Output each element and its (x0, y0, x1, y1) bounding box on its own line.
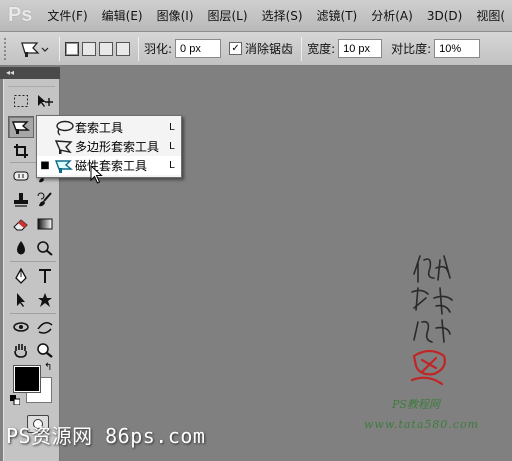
panel-collapse-button[interactable]: ◂◂ (0, 67, 60, 79)
type-icon (39, 269, 51, 283)
ps-tutorial-watermark: PS教程网 (392, 398, 440, 411)
clone-stamp-tool[interactable] (8, 189, 34, 211)
magnetic-lasso-icon (21, 41, 49, 57)
dodge-tool[interactable] (32, 237, 58, 259)
hand-tool[interactable] (8, 339, 34, 361)
photoshop-logo: Ps (7, 4, 33, 26)
separator (59, 36, 60, 61)
new-selection-button[interactable] (65, 41, 79, 56)
foreground-color-swatch[interactable] (13, 365, 41, 393)
tata580-watermark: www.tata580.com (364, 418, 480, 431)
custom-shape-tool[interactable] (32, 289, 58, 311)
history-brush-tool[interactable] (32, 189, 58, 211)
feather-input[interactable] (175, 39, 222, 58)
mouse-pointer-icon (90, 165, 103, 184)
options-bar-grip[interactable] (4, 37, 10, 60)
tool-preset-picker[interactable] (14, 37, 54, 61)
menu-image[interactable]: 图像(I) (150, 7, 201, 24)
crop-tool[interactable] (8, 140, 34, 162)
type-tool[interactable] (32, 265, 58, 287)
checkmark-icon: ✓ (231, 42, 240, 54)
swap-colors-icon[interactable]: ↰ (44, 362, 52, 373)
tools-panel-grip[interactable] (8, 79, 55, 87)
history-brush-icon (37, 192, 52, 207)
options-bar: 羽化: ✓ 消除锯齿 宽度: 对比度: (0, 32, 512, 66)
rectangular-marquee-icon (14, 95, 28, 107)
menu-3d[interactable]: 3D(D) (420, 9, 469, 23)
subtract-from-selection-button[interactable] (99, 41, 113, 56)
3d-rotate-tool[interactable] (8, 316, 34, 338)
tools-divider (10, 261, 56, 262)
zoom-icon (37, 343, 53, 358)
contrast-input[interactable] (434, 39, 481, 58)
rectangular-marquee-tool[interactable] (8, 90, 34, 112)
lasso-icon (53, 119, 75, 137)
add-to-selection-button[interactable] (82, 41, 96, 56)
gradient-icon (37, 218, 53, 230)
separator (138, 36, 139, 61)
bandage-icon (13, 171, 29, 181)
path-selection-tool[interactable] (8, 289, 34, 311)
3d-orbit-icon (37, 322, 53, 334)
flyout-shortcut: L (169, 160, 175, 171)
menu-edit[interactable]: 编辑(E) (95, 7, 150, 24)
flyout-item-magnetic-lasso[interactable]: ■ 磁性套索工具 L (37, 156, 181, 175)
menu-filter[interactable]: 滤镜(T) (310, 7, 365, 24)
eraser-tool[interactable] (8, 213, 34, 235)
stamp-icon (14, 193, 28, 207)
drop-icon (17, 241, 25, 255)
pen-icon (15, 268, 27, 284)
move-tool[interactable] (32, 90, 58, 112)
arrow-icon (17, 293, 25, 307)
calligraphy-watermark (410, 255, 453, 386)
contrast-label: 对比度: (391, 42, 432, 56)
crop-icon (14, 144, 28, 158)
3d-rotate-icon (13, 322, 29, 332)
menu-layer[interactable]: 图层(L) (201, 7, 255, 24)
flyout-item-label: 磁性套索工具 (75, 159, 148, 173)
flyout-item-lasso[interactable]: 套索工具 L (37, 118, 181, 137)
flyout-item-label: 多边形套索工具 (75, 140, 160, 154)
intersect-selection-button[interactable] (116, 41, 130, 56)
hand-icon (14, 344, 27, 358)
polygonal-lasso-icon (53, 138, 75, 156)
flyout-item-polygonal-lasso[interactable]: 多边形套索工具 L (37, 137, 181, 156)
active-tool-bullet: ■ (40, 160, 50, 171)
blur-tool[interactable] (8, 237, 34, 259)
menu-view[interactable]: 视图( (469, 7, 512, 24)
width-label: 宽度: (307, 42, 336, 56)
lasso-tool[interactable] (8, 116, 34, 138)
magnetic-lasso-icon (53, 157, 75, 175)
menu-select[interactable]: 选择(S) (255, 7, 310, 24)
shape-icon (38, 293, 52, 307)
gradient-tool[interactable] (32, 213, 58, 235)
move-icon (38, 95, 53, 107)
default-colors-icon[interactable] (10, 395, 20, 405)
eraser-icon (13, 219, 28, 231)
menu-bar: Ps 文件(F) 编辑(E) 图像(I) 图层(L) 选择(S) 滤镜(T) 分… (0, 0, 512, 32)
menu-analysis[interactable]: 分析(A) (364, 7, 420, 24)
3d-orbit-tool[interactable] (32, 316, 58, 338)
zoom-tool[interactable] (32, 339, 58, 361)
tools-divider (10, 313, 56, 314)
antialias-checkbox[interactable]: ✓ (229, 42, 243, 55)
menu-file[interactable]: 文件(F) (40, 7, 94, 24)
separator (301, 36, 303, 61)
lasso-tools-flyout: 套索工具 L 多边形套索工具 L ■ 磁性套索工具 L (36, 115, 182, 178)
pen-tool[interactable] (8, 265, 34, 287)
dodge-icon (37, 241, 53, 256)
flyout-item-label: 套索工具 (75, 121, 124, 135)
width-input[interactable] (338, 39, 383, 58)
spot-healing-tool[interactable] (8, 165, 34, 187)
86ps-watermark: PS资源网 86ps.com (6, 424, 206, 448)
magnetic-lasso-icon (11, 121, 30, 134)
flyout-shortcut: L (169, 122, 175, 133)
flyout-shortcut: L (169, 141, 175, 152)
feather-label: 羽化: (144, 42, 173, 56)
antialias-label: 消除锯齿 (245, 42, 294, 56)
